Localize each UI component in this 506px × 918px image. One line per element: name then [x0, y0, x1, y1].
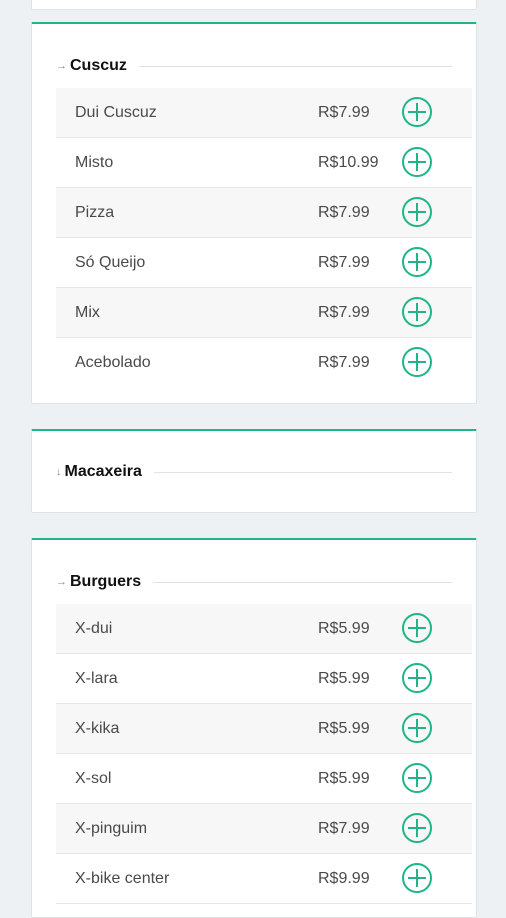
- category-title: Macaxeira: [64, 463, 142, 480]
- add-item-button[interactable]: [402, 813, 432, 843]
- item-price: R$7.99: [318, 303, 370, 321]
- item-price: R$10.99: [318, 153, 379, 171]
- list-item: X-pinguim R$7.99: [56, 804, 472, 854]
- add-item-button[interactable]: [402, 863, 432, 893]
- list-item: X-bike center R$9.99: [56, 854, 472, 904]
- add-item-button[interactable]: [402, 247, 432, 277]
- category-header-burguers[interactable]: → Burguers: [56, 573, 452, 591]
- item-name: X-bike center: [75, 869, 170, 887]
- item-price: R$5.99: [318, 719, 370, 737]
- item-price: R$9.99: [318, 869, 370, 887]
- item-name: X-lara: [75, 669, 118, 687]
- category-header-cuscuz[interactable]: → Cuscuz: [56, 57, 452, 75]
- category-card-cuscuz: → Cuscuz Dui Cuscuz R$7.99 Misto R$10.99…: [31, 22, 477, 404]
- list-item: Acebolado R$7.99: [56, 338, 472, 387]
- item-price: R$5.99: [318, 619, 370, 637]
- divider: [153, 581, 452, 583]
- item-list: Dui Cuscuz R$7.99 Misto R$10.99 Pizza R$…: [56, 88, 472, 387]
- item-price: R$7.99: [318, 353, 370, 371]
- item-name: X-sol: [75, 769, 112, 787]
- arrow-right-icon: →: [56, 575, 67, 588]
- category-title: Cuscuz: [70, 57, 127, 74]
- item-name: X-dui: [75, 619, 113, 637]
- add-item-button[interactable]: [402, 613, 432, 643]
- add-item-button[interactable]: [402, 347, 432, 377]
- list-item: Dui Cuscuz R$7.99: [56, 88, 472, 138]
- item-name: Dui Cuscuz: [75, 103, 157, 121]
- add-item-button[interactable]: [402, 97, 432, 127]
- item-price: R$7.99: [318, 203, 370, 221]
- add-item-button[interactable]: [402, 663, 432, 693]
- item-name: Só Queijo: [75, 253, 146, 271]
- add-item-button[interactable]: [402, 713, 432, 743]
- arrow-right-icon: →: [56, 59, 67, 72]
- item-list: X-dui R$5.99 X-lara R$5.99 X-kika R$5.99…: [56, 604, 472, 904]
- item-price: R$7.99: [318, 819, 370, 837]
- add-item-button[interactable]: [402, 147, 432, 177]
- item-price: R$7.99: [318, 253, 370, 271]
- item-name: Acebolado: [75, 353, 151, 371]
- list-item: X-dui R$5.99: [56, 604, 472, 654]
- list-item: Pizza R$7.99: [56, 188, 472, 238]
- item-name: Misto: [75, 153, 114, 171]
- list-item: Só Queijo R$7.99: [56, 238, 472, 288]
- list-item: Misto R$10.99: [56, 138, 472, 188]
- list-item: X-kika R$5.99: [56, 704, 472, 754]
- add-item-button[interactable]: [402, 297, 432, 327]
- category-title: Burguers: [70, 573, 142, 590]
- item-name: Mix: [75, 303, 100, 321]
- add-item-button[interactable]: [402, 763, 432, 793]
- item-name: Pizza: [75, 203, 115, 221]
- divider: [138, 65, 452, 67]
- item-price: R$5.99: [318, 769, 370, 787]
- item-name: X-pinguim: [75, 819, 148, 837]
- list-item: Mix R$7.99: [56, 288, 472, 338]
- category-header-macaxeira[interactable]: ↓ Macaxeira: [56, 463, 452, 481]
- category-card-burguers: → Burguers X-dui R$5.99 X-lara R$5.99 X-…: [31, 538, 477, 918]
- category-card-macaxeira: ↓ Macaxeira: [31, 429, 477, 513]
- add-item-button[interactable]: [402, 197, 432, 227]
- previous-category-card: [31, 0, 477, 10]
- item-price: R$7.99: [318, 103, 370, 121]
- item-name: X-kika: [75, 719, 120, 737]
- item-price: R$5.99: [318, 669, 370, 687]
- list-item: X-lara R$5.99: [56, 654, 472, 704]
- list-item: X-sol R$5.99: [56, 754, 472, 804]
- arrow-down-icon: ↓: [56, 465, 62, 478]
- divider: [153, 471, 452, 473]
